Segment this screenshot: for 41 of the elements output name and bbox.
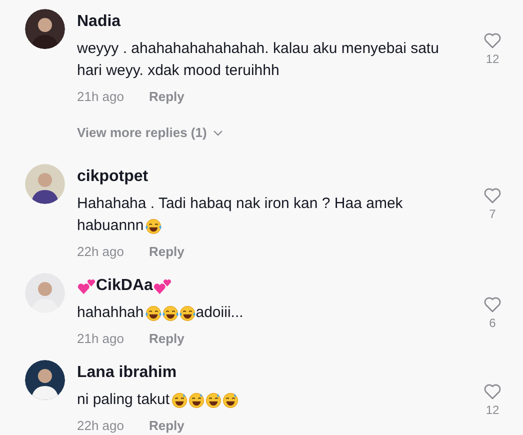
username[interactable]: cikpotpet (77, 166, 148, 188)
view-more-replies-link[interactable]: View more replies (1) (77, 124, 223, 142)
sweat-smile-icon (170, 392, 188, 409)
username[interactable]: Lana ibrahim (77, 362, 177, 384)
laughing-face-icon (144, 304, 162, 322)
heart-icon[interactable] (483, 32, 502, 49)
laughing-face-icon (144, 218, 162, 235)
laughing-face-icon (162, 304, 179, 322)
avatar[interactable] (25, 9, 65, 49)
timestamp: 22h ago (77, 417, 124, 435)
like-count: 12 (486, 52, 500, 66)
like-count: 7 (489, 207, 496, 221)
reply-link[interactable]: Reply (149, 417, 184, 435)
timestamp: 21h ago (77, 88, 124, 106)
timestamp: 22h ago (77, 243, 124, 261)
comment-text: hahahhah (77, 304, 144, 321)
heart-icon[interactable] (483, 187, 502, 204)
sweat-smile-icon (204, 392, 222, 409)
avatar[interactable] (25, 360, 65, 400)
avatar[interactable] (25, 164, 65, 204)
comment-text: adoiii... (196, 304, 244, 321)
username[interactable]: Nadia (77, 11, 121, 33)
heart-icon[interactable] (483, 383, 502, 400)
comment-text: weyyy . ahahahahahahahah. kalau aku menyebai satu hari weyy. xdak mood teruihhh (77, 40, 439, 79)
username[interactable]: CikDAa (96, 275, 153, 297)
sweat-smile-icon (222, 392, 239, 409)
reply-link[interactable]: Reply (149, 243, 184, 261)
sweat-smile-icon (188, 392, 205, 409)
comment-text: habuannn (77, 217, 144, 234)
like-count: 6 (489, 316, 496, 330)
comment-text: Hahahaha . Tadi habaq nak iron kan ? Haa amek (77, 195, 403, 212)
comment-text: ni paling takut (77, 391, 170, 408)
chevron-down-icon (212, 130, 223, 136)
timestamp: 21h ago (77, 330, 124, 348)
reply-link[interactable]: Reply (149, 88, 184, 106)
reply-link[interactable]: Reply (149, 330, 184, 348)
heart-icon[interactable] (483, 296, 502, 313)
like-count: 12 (486, 403, 500, 417)
laughing-face-icon (178, 304, 196, 322)
two-hearts-icon (77, 276, 96, 296)
two-hearts-icon (152, 276, 172, 296)
